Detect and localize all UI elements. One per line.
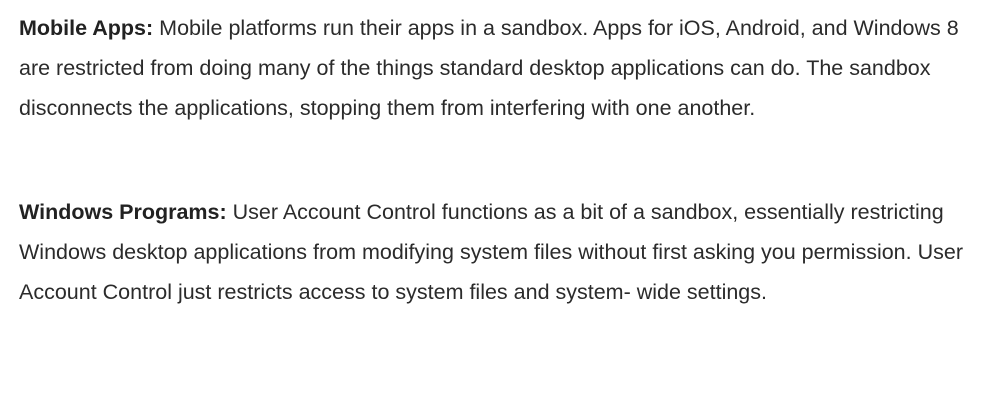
paragraph-mobile-apps: Mobile Apps: Mobile platforms run their … — [19, 8, 994, 128]
paragraph-text: Mobile platforms run their apps in a san… — [19, 16, 959, 120]
article-body: Mobile Apps: Mobile platforms run their … — [19, 8, 994, 312]
paragraph-windows-programs: Windows Programs: User Account Control f… — [19, 192, 994, 312]
paragraph-term: Windows Programs: — [19, 200, 227, 224]
paragraph-term: Mobile Apps: — [19, 16, 154, 40]
